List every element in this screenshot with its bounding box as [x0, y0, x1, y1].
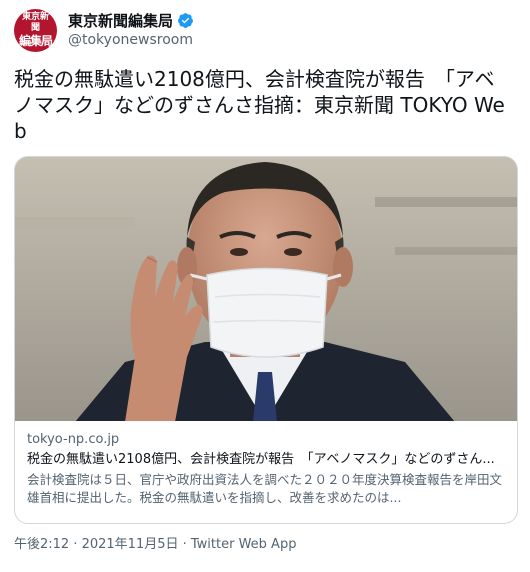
card-photo: [15, 157, 517, 421]
display-name-row: 東京新聞編集局: [68, 11, 194, 31]
avatar-text-line1: 東京新聞: [21, 12, 49, 33]
avatar[interactable]: 東京新聞 編集局: [14, 8, 57, 52]
handle[interactable]: @tokyonewsroom: [68, 31, 194, 50]
tweet-timestamp[interactable]: 午後2:12 · 2021年11月5日 · Twitter Web App: [14, 536, 516, 554]
tweet-text: 税金の無駄遣い2108億円、会計検査院が報告 「アベノマスク」などのずさんさ指摘…: [14, 67, 505, 143]
avatar-logo: 東京新聞 編集局: [19, 12, 53, 48]
author-names: 東京新聞編集局 @tokyonewsroom: [68, 11, 194, 50]
card-domain: tokyo-np.co.jp: [27, 431, 120, 447]
card-image: [15, 157, 517, 421]
verified-badge-icon: [177, 12, 194, 29]
card-info: tokyo-np.co.jp 税金の無駄遣い2108億円、会計検査院が報告 「ア…: [15, 421, 517, 523]
display-name[interactable]: 東京新聞編集局: [68, 11, 173, 31]
card-title: 税金の無駄遣い2108億円、会計検査院が報告 「アベノマスク」などのずさん...: [27, 451, 495, 467]
tweet: 東京新聞 編集局 東京新聞編集局 @tokyonewsroom 税金の無駄遣い2…: [0, 0, 530, 572]
link-card[interactable]: tokyo-np.co.jp 税金の無駄遣い2108億円、会計検査院が報告 「ア…: [14, 156, 518, 524]
card-description: 会計検査院は５日、官庁や政府出資法人を調べた２０２０年度決算検査報告を岸田文雄首…: [27, 471, 503, 505]
tweet-header: 東京新聞 編集局 東京新聞編集局 @tokyonewsroom: [14, 0, 516, 58]
avatar-text-line2: 編集局: [18, 34, 53, 48]
